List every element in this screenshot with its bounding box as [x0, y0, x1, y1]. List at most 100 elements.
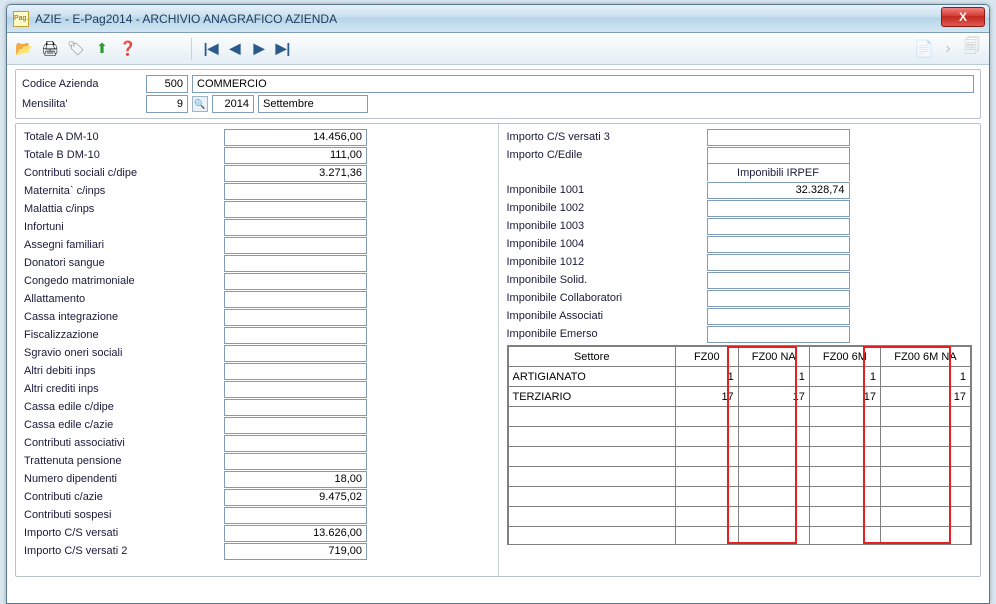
field-input[interactable]: [707, 200, 850, 217]
field-input[interactable]: [707, 129, 850, 146]
grid-cell[interactable]: TERZIARIO: [508, 387, 675, 407]
upload-button[interactable]: ⬆: [91, 38, 113, 60]
grid-cell[interactable]: [809, 407, 880, 427]
field-input[interactable]: [707, 254, 850, 271]
grid-cell[interactable]: [675, 527, 738, 546]
grid-cell[interactable]: [738, 467, 809, 487]
field-input[interactable]: [224, 237, 367, 254]
field-input[interactable]: [707, 218, 850, 235]
field-input[interactable]: [224, 417, 367, 434]
grid-header[interactable]: FZ00 NA: [738, 347, 809, 367]
grid-cell[interactable]: [809, 527, 880, 546]
grid-cell[interactable]: [880, 427, 970, 447]
field-input[interactable]: [707, 272, 850, 289]
grid-cell[interactable]: [809, 487, 880, 507]
field-input[interactable]: [224, 147, 367, 164]
grid-cell[interactable]: [675, 447, 738, 467]
grid-cell[interactable]: [508, 467, 675, 487]
grid-cell[interactable]: [508, 407, 675, 427]
grid-cell[interactable]: [738, 507, 809, 527]
field-input[interactable]: [224, 363, 367, 380]
field-input[interactable]: [707, 308, 850, 325]
grid-cell[interactable]: [675, 427, 738, 447]
grid-cell[interactable]: [508, 527, 675, 546]
table-row[interactable]: [508, 467, 971, 487]
mensilita-lookup-icon[interactable]: 🔍: [192, 96, 208, 112]
table-row[interactable]: [508, 407, 971, 427]
field-input[interactable]: [224, 309, 367, 326]
grid-cell[interactable]: 1: [675, 367, 738, 387]
field-input[interactable]: [224, 453, 367, 470]
field-input[interactable]: [224, 507, 367, 524]
table-row[interactable]: [508, 507, 971, 527]
grid-cell[interactable]: ARTIGIANATO: [508, 367, 675, 387]
table-row[interactable]: ARTIGIANATO1111: [508, 367, 971, 387]
grid-cell[interactable]: [675, 407, 738, 427]
grid-cell[interactable]: [675, 507, 738, 527]
nav-last-button[interactable]: ▶|: [272, 38, 294, 60]
mensilita-input[interactable]: [146, 95, 188, 113]
grid-header[interactable]: FZ00: [675, 347, 738, 367]
azienda-nome-input[interactable]: [192, 75, 974, 93]
grid-cell[interactable]: [809, 447, 880, 467]
field-input[interactable]: [224, 129, 367, 146]
field-input[interactable]: [224, 291, 367, 308]
table-row[interactable]: [508, 527, 971, 546]
grid-cell[interactable]: [880, 487, 970, 507]
field-input[interactable]: [707, 236, 850, 253]
grid-cell[interactable]: [508, 427, 675, 447]
field-input[interactable]: [224, 183, 367, 200]
grid-header[interactable]: FZ00 6M NA: [880, 347, 970, 367]
grid-cell[interactable]: [738, 447, 809, 467]
grid-cell[interactable]: 1: [880, 367, 970, 387]
grid-cell[interactable]: [880, 447, 970, 467]
field-input[interactable]: [224, 165, 367, 182]
grid-cell[interactable]: 17: [880, 387, 970, 407]
grid-cell[interactable]: [675, 467, 738, 487]
grid-cell[interactable]: [738, 527, 809, 546]
grid-cell[interactable]: [675, 487, 738, 507]
nav-next-button[interactable]: ▶: [248, 38, 270, 60]
grid-cell[interactable]: 17: [675, 387, 738, 407]
field-input[interactable]: [707, 326, 850, 343]
nav-first-button[interactable]: |◀: [200, 38, 222, 60]
grid-cell[interactable]: 1: [809, 367, 880, 387]
field-input[interactable]: [224, 399, 367, 416]
field-input[interactable]: [224, 255, 367, 272]
grid-cell[interactable]: [880, 507, 970, 527]
field-input[interactable]: [224, 273, 367, 290]
codice-azienda-input[interactable]: [146, 75, 188, 93]
grid-cell[interactable]: [508, 507, 675, 527]
open-button[interactable]: 📂: [13, 38, 35, 60]
grid-cell[interactable]: [738, 407, 809, 427]
field-input[interactable]: [224, 543, 367, 560]
print-button[interactable]: 🖨: [39, 38, 61, 60]
nav-prev-button[interactable]: ◀: [224, 38, 246, 60]
grid-header[interactable]: Settore: [508, 347, 675, 367]
help-button[interactable]: ❓: [117, 38, 139, 60]
grid-cell[interactable]: [880, 407, 970, 427]
grid-cell[interactable]: [738, 487, 809, 507]
grid-cell[interactable]: 17: [809, 387, 880, 407]
grid-cell[interactable]: [738, 427, 809, 447]
field-input[interactable]: [224, 327, 367, 344]
field-input[interactable]: [224, 201, 367, 218]
grid-cell[interactable]: [880, 527, 970, 546]
grid-cell[interactable]: [809, 467, 880, 487]
field-input[interactable]: [224, 489, 367, 506]
field-input[interactable]: [224, 471, 367, 488]
field-input[interactable]: [224, 381, 367, 398]
field-input[interactable]: [224, 345, 367, 362]
field-input[interactable]: [224, 435, 367, 452]
grid-cell[interactable]: 17: [738, 387, 809, 407]
table-row[interactable]: [508, 447, 971, 467]
grid-cell[interactable]: [880, 467, 970, 487]
grid-cell[interactable]: [508, 487, 675, 507]
grid-cell[interactable]: 1: [738, 367, 809, 387]
table-row[interactable]: [508, 487, 971, 507]
field-input[interactable]: [707, 147, 850, 164]
anno-input[interactable]: [212, 95, 254, 113]
field-input[interactable]: [224, 525, 367, 542]
grid-cell[interactable]: [809, 507, 880, 527]
grid-header[interactable]: FZ00 6M: [809, 347, 880, 367]
